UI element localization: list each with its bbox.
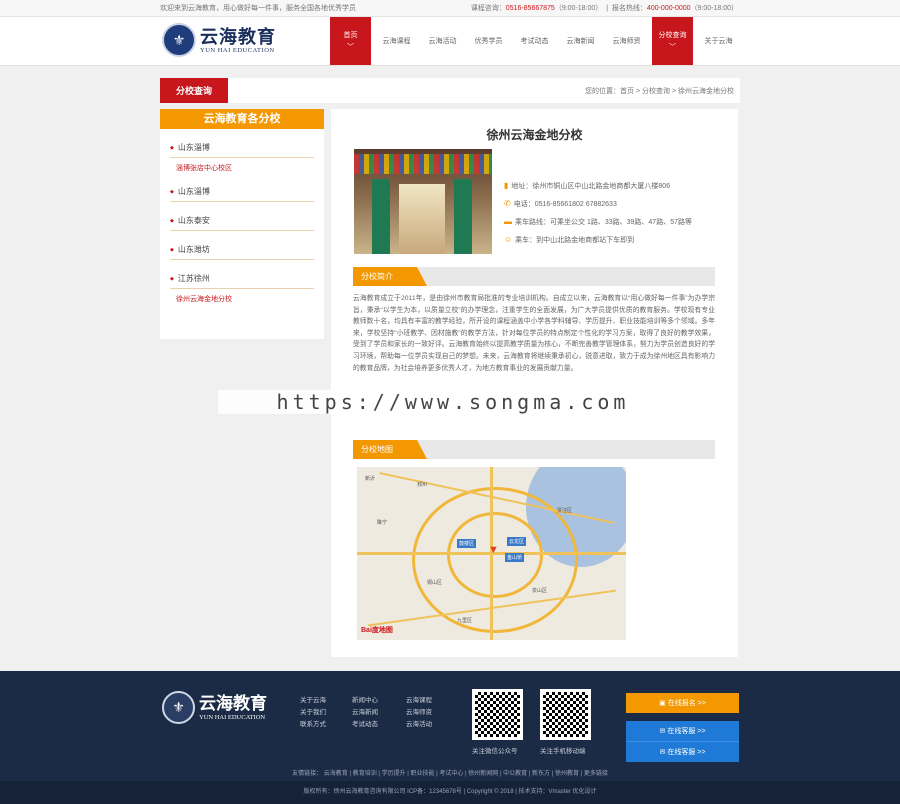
footer-link[interactable]: 联系方式 [300, 719, 326, 731]
footer-link[interactable]: 云海课程 [406, 695, 432, 707]
location-icon: ▮ [504, 181, 509, 190]
phone-icon: ✆ [504, 199, 511, 208]
footer-link[interactable]: 云海活动 [406, 719, 432, 731]
nav-item-news[interactable]: 云海新闻 [560, 17, 601, 65]
emblem-icon: ⚜ [162, 691, 195, 724]
site-footer: ⚜ 云海教育 YUN HAI EDUCATION 关于云海 关于我们 联系方式 … [0, 671, 900, 804]
logo-title: 云海教育 [200, 26, 276, 47]
map-heading-bar: 分校地图 [353, 440, 715, 459]
mobile-qr-code [540, 689, 591, 740]
footer-link[interactable]: 新闻中心 [352, 695, 378, 707]
chevron-down-icon: ﹀ [347, 44, 354, 51]
main-nav: 首页 ﹀ 云海课程 云海活动 优秀学员 考试动态 云海新闻 云海师资 分校查询 ﹀ … [330, 17, 744, 65]
service-button[interactable]: ✉ 在线客服 >> [626, 741, 739, 762]
footer-link[interactable]: 云海师资 [406, 707, 432, 719]
people-icon: ☺ [504, 235, 513, 244]
section-bar: 分校查询 您的位置：首页 > 分校查询 > 徐州云海金地分校 [160, 78, 740, 103]
top-bar: 欢迎来到云海教育，用心做好每一件事，服务全国各地优秀学员 课程咨询：0516-8… [0, 0, 900, 17]
bus-icon: ▬ [504, 217, 512, 226]
signup-button[interactable]: ▣ 在线报名 >> [626, 693, 739, 713]
nav-item-courses[interactable]: 云海课程 [376, 17, 417, 65]
footer-logo[interactable]: ⚜ 云海教育 YUN HAI EDUCATION [162, 691, 267, 724]
info-bus: ▬ 乘车路线：可乘坐公交 1路、33路、39路、47路、57路等 [504, 217, 692, 226]
consult-button[interactable]: ✉ 在线客服 >> [626, 721, 739, 741]
wechat-qr-code [472, 689, 523, 740]
nav-item-exams[interactable]: 考试动态 [514, 17, 555, 65]
watermark: https://www.songma.com [218, 390, 688, 414]
footer-link[interactable]: 考试动态 [352, 719, 378, 731]
footer-link[interactable]: 关于我们 [300, 707, 326, 719]
logo-subtitle: YUN HAI EDUCATION [200, 46, 275, 54]
info-phone: ✆ 电话：0516-85661802 67882633 [504, 199, 617, 208]
phone-number: 0516-85667875 [505, 5, 555, 12]
mobile-qr-caption: 关注手机移动端 [540, 748, 586, 755]
sidebar-group-xuzhou[interactable]: 江苏徐州 [170, 260, 314, 289]
nav-item-about[interactable]: 关于云海 [698, 17, 739, 65]
chevron-down-icon: ﹀ [669, 44, 676, 51]
sidebar-item-xuzhou-jindi[interactable]: 徐州云海金地分校 [170, 289, 314, 304]
intro-heading-bar: 分校简介 [353, 267, 715, 286]
welcome-text: 欢迎来到云海教育，用心做好每一件事，服务全国各地优秀学员 [160, 5, 356, 12]
info-transit: ☺ 乘车：到中山北路金地商都站下车即到 [504, 235, 635, 244]
nav-item-students[interactable]: 优秀学员 [468, 17, 509, 65]
sidebar-heading: 云海教育各分校 [160, 109, 324, 129]
map-heading: 分校地图 [353, 440, 427, 459]
info-address: ▮ 地址：徐州市铜山区中山北路金地商都大厦八楼806 [504, 181, 671, 190]
site-header: ⚜ 云海教育 YUN HAI EDUCATION 首页 ﹀ 云海课程 云海活动 优… [0, 17, 900, 66]
footer-links-about: 关于云海 关于我们 联系方式 [300, 695, 326, 731]
site-logo[interactable]: ⚜ 云海教育 YUN HAI EDUCATION [162, 23, 276, 57]
emblem-icon: ⚜ [162, 23, 196, 57]
nav-item-teachers[interactable]: 云海师资 [606, 17, 647, 65]
contact-info: 课程咨询：0516-85667875（9:00-18:00） | 报名热线：40… [470, 5, 738, 12]
branch-photo [354, 149, 492, 254]
page-title: 徐州云海金地分校 [486, 128, 583, 142]
signup-icon: ▣ [659, 700, 668, 707]
sidebar-group-zibo[interactable]: 山东淄博 [170, 129, 314, 158]
branch-sidebar: 云海教育各分校 山东淄博 淄博张店中心校区 山东淄博 山东泰安 山东潍坊 江苏徐… [160, 109, 324, 339]
baidu-map-logo: Bai度地图 [361, 627, 393, 634]
intro-text: 云海教育成立于2011年，是由徐州市教育局批准的专业培训机构。自成立以来，云海教… [353, 295, 715, 372]
nav-item-activities[interactable]: 云海活动 [422, 17, 463, 65]
hotline-number: 400-000-0000 [646, 5, 691, 12]
breadcrumb: 您的位置：首页 > 分校查询 > 徐州云海金地分校 [585, 88, 734, 95]
footer-links-news: 新闻中心 云海新闻 考试动态 [352, 695, 378, 731]
chat-icon: ✉ [659, 728, 668, 735]
sidebar-item-zibo-center[interactable]: 淄博张店中心校区 [170, 158, 314, 173]
map-pin-icon[interactable]: ▼ [488, 544, 499, 556]
intro-heading: 分校简介 [353, 267, 427, 286]
footer-links-courses: 云海课程 云海师资 云海活动 [406, 695, 432, 731]
sidebar-group-weifang[interactable]: 山东潍坊 [170, 231, 314, 260]
branch-map[interactable]: 新沂 邳州 睢宁 铜山区 贾汪区 九里区 泉山区 云龙区 鼓楼区 金山桥 ▼ B… [357, 467, 626, 640]
chat-icon: ✉ [659, 749, 668, 756]
sidebar-group-zibo-2[interactable]: 山东淄博 [170, 173, 314, 202]
wechat-qr-caption: 关注微信公众号 [472, 748, 518, 755]
footer-link[interactable]: 云海新闻 [352, 707, 378, 719]
friend-links[interactable]: 友情链接： 云海教育 | 教育培训 | 学历提升 | 职业技能 | 考试中心 |… [0, 768, 900, 777]
copyright: 版权所有：徐州云海教育咨询有限公司 ICP备：12345678号 | Copyr… [0, 781, 900, 804]
sidebar-group-taian[interactable]: 山东泰安 [170, 202, 314, 231]
section-tab[interactable]: 分校查询 [160, 78, 228, 103]
branch-detail: 徐州云海金地分校 ▮ 地址：徐州市铜山区中山北路金地商都大厦八楼806 ✆ 电话：0… [331, 109, 738, 657]
nav-item-home[interactable]: 首页 ﹀ [330, 17, 371, 65]
branch-info: ▮ 地址：徐州市铜山区中山北路金地商都大厦八楼806 ✆ 电话：0516-85661… [504, 181, 692, 253]
nav-item-branches[interactable]: 分校查询 ﹀ [652, 17, 693, 65]
footer-link[interactable]: 关于云海 [300, 695, 326, 707]
